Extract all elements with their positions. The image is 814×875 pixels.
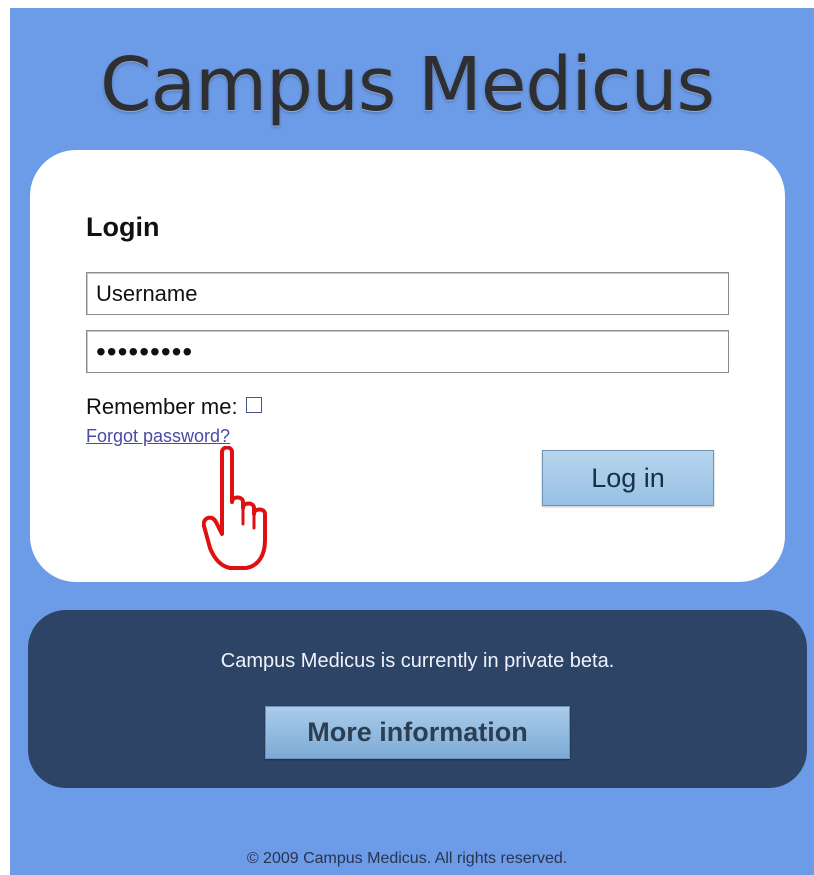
campus-medicus-logo: Campus Medicus [99,42,715,128]
remember-me-label: Remember me: [86,394,238,419]
pointing-hand-cursor-icon [202,446,267,570]
login-heading: Login [86,212,160,242]
footer-copyright: © 2009 Campus Medicus. All rights reserv… [246,850,568,867]
log-in-button[interactable]: Log in [542,450,714,506]
password-input[interactable] [86,330,729,373]
username-input[interactable] [86,272,729,315]
forgot-password-link[interactable]: Forgot password? [86,426,230,447]
remember-me-row: Remember me: [86,394,262,420]
login-card: Login Remember me: Forgot password? Log … [30,150,785,582]
more-information-button[interactable]: More information [265,706,570,759]
private-beta-message: Campus Medicus is currently in private b… [220,650,615,672]
remember-me-checkbox[interactable] [245,397,262,413]
private-beta-panel: Campus Medicus is currently in private b… [28,610,807,788]
